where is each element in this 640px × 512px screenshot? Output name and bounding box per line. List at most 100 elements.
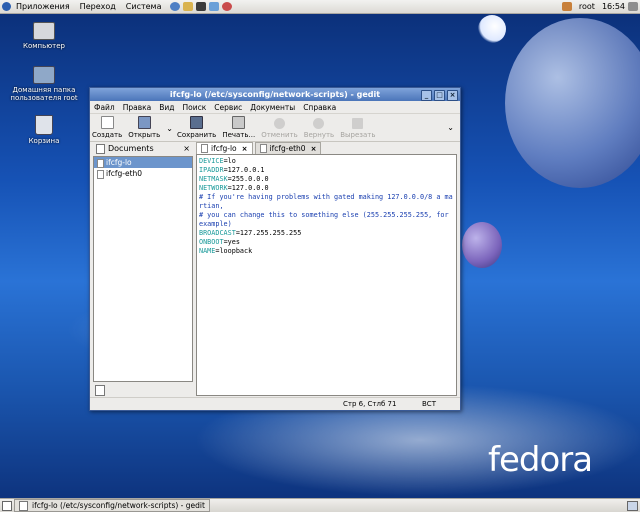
window-title: ifcfg-lo (/etc/sysconfig/network-scripts… [169, 90, 381, 99]
window-titlebar[interactable]: ifcfg-lo (/etc/sysconfig/network-scripts… [90, 88, 460, 101]
document-item-ifcfg-lo[interactable]: ifcfg-lo [94, 157, 192, 168]
tab-ifcfg-eth0[interactable]: ifcfg-eth0 × [254, 142, 322, 154]
menu-documents[interactable]: Документы [246, 103, 299, 112]
cut-button[interactable]: Вырезать [340, 118, 375, 141]
save-button-label: Сохранить [176, 131, 217, 139]
undo-icon [273, 118, 285, 129]
code-line: NETWORK=127.0.0.0 [199, 184, 454, 193]
browser-launcher-icon[interactable] [170, 2, 181, 11]
user-name[interactable]: root [575, 2, 599, 11]
config-value: =127.255.255.255 [235, 229, 302, 237]
home-folder-icon [33, 66, 55, 84]
menu-system[interactable]: Система [121, 2, 167, 11]
taskbar-window-button[interactable]: ifcfg-lo (/etc/sysconfig/network-scripts… [14, 499, 210, 512]
show-desktop-icon[interactable] [2, 501, 12, 511]
save-button[interactable]: Сохранить [177, 116, 216, 141]
gedit-icon [19, 500, 28, 511]
document-item-label: ifcfg-lo [106, 158, 132, 167]
new-document-icon [100, 116, 114, 129]
volume-icon[interactable] [628, 2, 638, 11]
open-folder-icon [137, 116, 151, 129]
editor-launcher-icon[interactable] [209, 2, 220, 11]
workspace-switcher[interactable] [627, 501, 638, 511]
terminal-launcher-icon[interactable] [196, 2, 207, 11]
open-button[interactable]: Открыть [128, 116, 160, 141]
documents-icon [96, 143, 105, 154]
menu-applications[interactable]: Приложения [11, 2, 75, 11]
save-icon [190, 116, 204, 129]
menu-search[interactable]: Поиск [179, 103, 211, 112]
window-content: Documents × ifcfg-lo ifcfg-eth0 ifcfg-lo… [90, 142, 460, 398]
tab-ifcfg-lo[interactable]: ifcfg-lo × [196, 142, 253, 154]
desktop-icon-label: Корзина [28, 137, 60, 145]
document-item-label: ifcfg-eth0 [106, 169, 143, 178]
mail-launcher-icon[interactable] [183, 2, 194, 11]
menu-file[interactable]: Файл [90, 103, 119, 112]
config-value: =lo [223, 157, 236, 165]
maximize-button[interactable]: □ [434, 90, 445, 101]
document-item-ifcfg-eth0[interactable]: ifcfg-eth0 [94, 168, 192, 179]
code-comment: # you can change this to something else … [199, 211, 453, 228]
code-line: NAME=loopback [199, 247, 454, 256]
desktop-icon-computer[interactable]: Компьютер [6, 22, 82, 50]
side-panel-close-icon[interactable]: × [183, 142, 190, 155]
document-icon [201, 144, 208, 153]
desktop-icon-home[interactable]: Домашняя папка пользователя root [6, 66, 82, 102]
code-line: DEVICE=lo [199, 157, 454, 166]
help-launcher-icon[interactable] [222, 2, 233, 11]
computer-icon [33, 22, 55, 40]
config-key: BROADCAST [199, 229, 236, 237]
editor-area: ifcfg-lo × ifcfg-eth0 × DEVICE=lo IPADDR… [196, 142, 457, 396]
new-button[interactable]: Создать [92, 116, 122, 141]
taskbar-window-label: ifcfg-lo (/etc/sysconfig/network-scripts… [32, 501, 205, 510]
balloon-small [462, 222, 502, 268]
config-key: DEVICE [199, 157, 224, 165]
fedora-menu-icon[interactable] [2, 2, 11, 11]
scissors-icon [352, 118, 364, 129]
config-key: NAME [199, 247, 216, 255]
menu-edit[interactable]: Правка [119, 103, 156, 112]
menu-view[interactable]: Вид [155, 103, 178, 112]
moon [478, 15, 506, 43]
config-value: =127.0.0.0 [227, 184, 269, 192]
side-panel-title: Documents [108, 144, 154, 153]
config-value: =loopback [215, 247, 253, 255]
text-editor[interactable]: DEVICE=lo IPADDR=127.0.0.1 NETMASK=255.0… [196, 154, 457, 396]
clock[interactable]: 16:54 [599, 2, 628, 11]
insert-mode: ВСТ [422, 400, 436, 408]
new-button-label: Создать [92, 131, 123, 139]
desktop-icon-label: Компьютер [23, 42, 65, 50]
close-button[interactable]: × [447, 90, 458, 101]
menu-places[interactable]: Переход [75, 2, 121, 11]
documents-tab-icon[interactable] [95, 385, 105, 396]
undo-button[interactable]: Отменить [261, 118, 298, 141]
config-value: =127.0.0.1 [223, 166, 265, 174]
side-panel-footer [93, 383, 193, 396]
code-line: BROADCAST=127.255.255.255 [199, 229, 454, 238]
desktop-icon-label: Домашняя папка пользователя root [10, 86, 78, 102]
config-key: NETMASK [199, 175, 228, 183]
side-panel-header: Documents × [93, 142, 193, 155]
config-key: NETWORK [199, 184, 228, 192]
document-list: ifcfg-lo ifcfg-eth0 [93, 156, 193, 382]
chevron-down-icon: ⌄ [166, 124, 173, 133]
bottom-panel: ifcfg-lo (/etc/sysconfig/network-scripts… [0, 498, 640, 512]
tab-close-icon[interactable]: × [311, 145, 317, 153]
tab-label: ifcfg-lo [211, 144, 237, 153]
toolbar-overflow-button[interactable]: ⌄ [447, 123, 454, 132]
redo-button[interactable]: Вернуть [304, 118, 334, 141]
menu-help[interactable]: Справка [299, 103, 340, 112]
print-button[interactable]: Печать... [222, 116, 255, 141]
menu-tools[interactable]: Сервис [210, 103, 246, 112]
desktop-icon-trash[interactable]: Корзина [6, 115, 82, 145]
code-line: ONBOOT=yes [199, 238, 454, 247]
status-bar: Стр 6, Стлб 71 ВСТ [90, 397, 460, 410]
open-recent-dropdown[interactable]: ⌄ [166, 124, 173, 141]
tab-close-icon[interactable]: × [242, 145, 248, 153]
open-button-label: Открыть [128, 131, 161, 139]
redo-icon [313, 118, 325, 129]
minimize-button[interactable]: _ [421, 90, 432, 101]
document-icon [259, 144, 267, 153]
code-comment: # If you're having problems with gated m… [199, 193, 453, 210]
network-status-icon[interactable] [561, 2, 572, 11]
